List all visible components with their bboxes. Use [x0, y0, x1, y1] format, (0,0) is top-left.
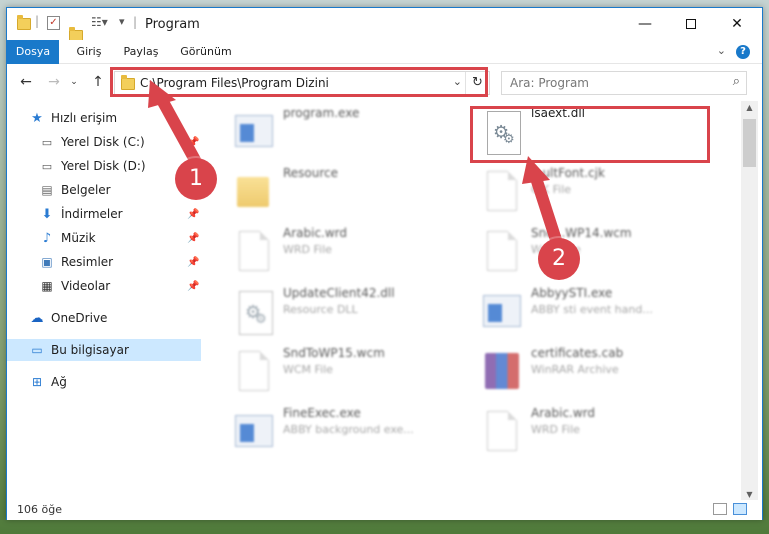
arrow-overlay — [148, 80, 562, 246]
arrow-2 — [522, 156, 562, 246]
callout-2: 2 — [538, 238, 580, 280]
arrow-1 — [148, 80, 201, 166]
callout-1: 1 — [175, 158, 217, 200]
